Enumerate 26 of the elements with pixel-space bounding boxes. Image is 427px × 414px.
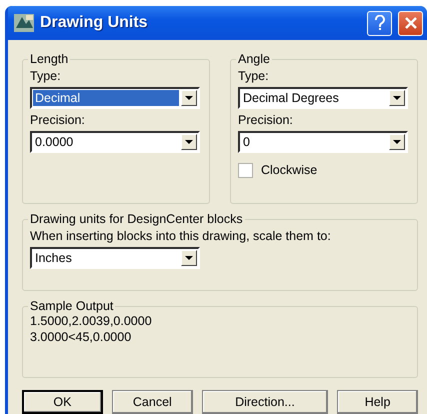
group-title: Drawing units for DesignCenter blocks — [29, 212, 244, 226]
close-icon[interactable] — [398, 10, 423, 36]
dialog-button[interactable]: OK — [22, 390, 103, 414]
dropdown[interactable]: Decimal Degrees — [238, 87, 408, 109]
field-label: Precision: — [238, 112, 294, 128]
dialog-button[interactable]: Direction... — [202, 390, 328, 414]
help-icon[interactable] — [367, 10, 392, 36]
dialog-button[interactable]: Cancel — [112, 390, 193, 414]
group-title: Sample Output — [29, 299, 114, 313]
sample-output-line: 3.0000<45,0.0000 — [30, 331, 132, 344]
window-title: Drawing Units — [40, 14, 149, 32]
dialog-button[interactable]: Help — [337, 390, 418, 414]
group-title: Length — [29, 52, 70, 66]
app-icon — [14, 14, 34, 32]
dropdown[interactable]: 0 — [238, 131, 408, 153]
checkbox-label: Clockwise — [261, 162, 318, 178]
group-title: Angle — [237, 52, 271, 66]
field-label: Type: — [30, 68, 62, 84]
sample-output-line: 1.5000,2.0039,0.0000 — [30, 315, 153, 328]
dropdown[interactable]: Decimal — [30, 87, 200, 109]
dropdown[interactable]: Inches — [30, 247, 200, 269]
prompt-text: When inserting blocks into this drawing, scale them to: — [30, 228, 332, 244]
field-label: Precision: — [30, 112, 86, 128]
field-label: Type: — [238, 68, 270, 84]
dropdown[interactable]: 0.0000 — [30, 131, 200, 153]
checkbox[interactable] — [238, 162, 253, 178]
